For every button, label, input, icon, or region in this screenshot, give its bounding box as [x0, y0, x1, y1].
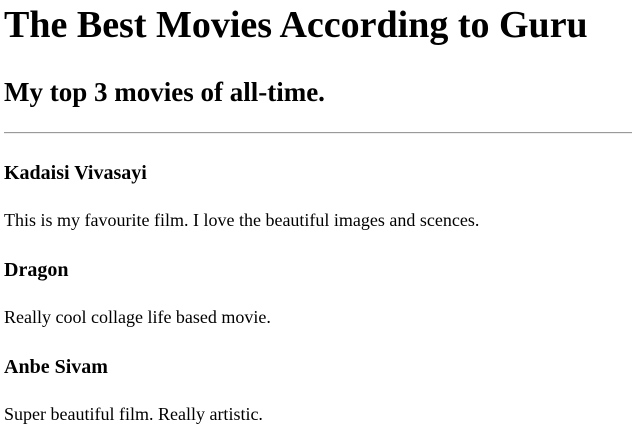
page: The Best Movies According to Guru My top…: [0, 0, 632, 442]
divider: [4, 132, 632, 134]
page-title: The Best Movies According to Guru: [4, 4, 588, 46]
movie-title: Dragon: [4, 259, 69, 281]
movie-description: This is my favourite film. I love the be…: [4, 210, 480, 230]
movie-title: Kadaisi Vivasayi: [4, 162, 147, 184]
page-subtitle: My top 3 movies of all-time.: [4, 77, 325, 107]
movie-title: Anbe Sivam: [4, 356, 108, 378]
movie-description: Super beautiful film. Really artistic.: [4, 404, 263, 424]
movie-description: Really cool collage life based movie.: [4, 307, 271, 327]
